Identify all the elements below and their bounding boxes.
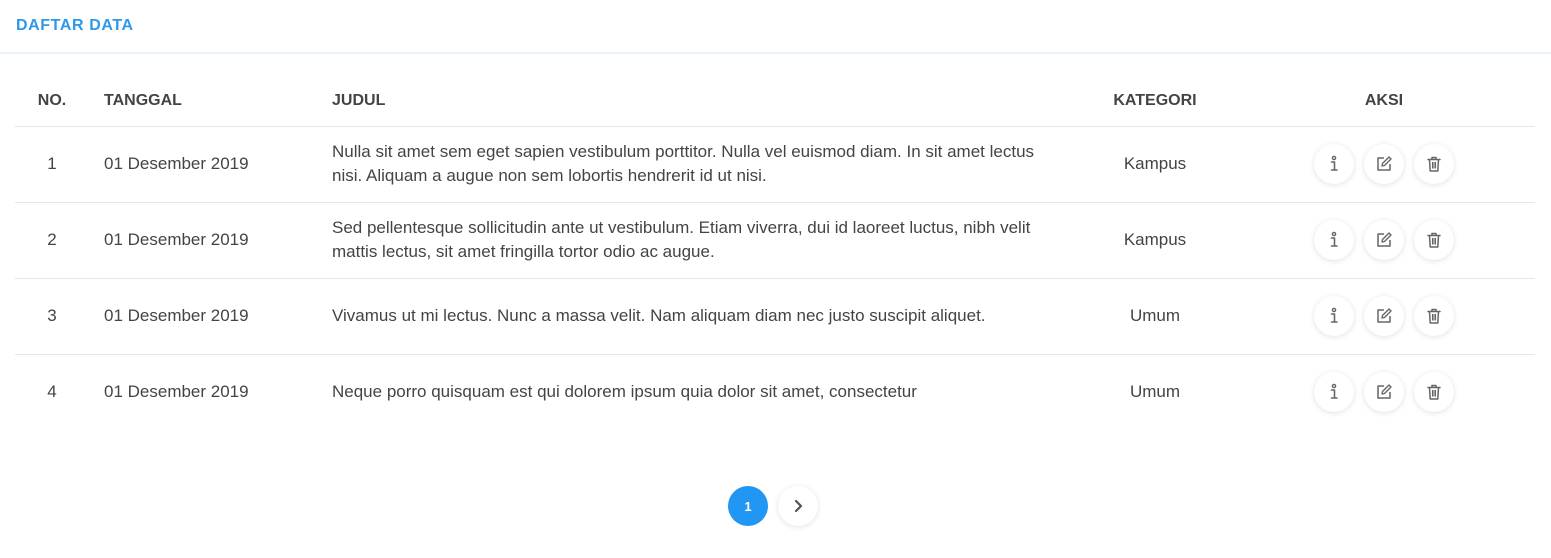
trash-icon — [1425, 231, 1443, 249]
row-date: 01 Desember 2019 — [89, 126, 317, 203]
row-title: Nulla sit amet sem eget sapien vestibulu… — [317, 126, 1077, 203]
table-row: 2 01 Desember 2019 Sed pellentesque soll… — [15, 202, 1535, 279]
info-button[interactable] — [1314, 372, 1354, 413]
edit-button[interactable] — [1364, 296, 1404, 336]
row-actions — [1233, 126, 1535, 203]
row-number: 1 — [15, 126, 89, 203]
table-row: 4 01 Desember 2019 Neque porro quisquam … — [15, 354, 1535, 430]
card-header: DAFTAR DATA — [0, 0, 1551, 54]
delete-button[interactable] — [1414, 220, 1454, 260]
info-button[interactable] — [1314, 144, 1354, 184]
delete-button[interactable] — [1414, 296, 1454, 336]
column-header-category: KATEGORI — [1077, 76, 1233, 127]
action-group — [1233, 220, 1535, 260]
table-row: 3 01 Desember 2019 Vivamus ut mi lectus.… — [15, 278, 1535, 355]
trash-icon — [1425, 155, 1443, 173]
edit-icon — [1375, 231, 1393, 249]
row-date: 01 Desember 2019 — [89, 202, 317, 279]
row-category: Kampus — [1077, 126, 1233, 203]
row-category: Kampus — [1077, 202, 1233, 279]
row-category: Umum — [1077, 278, 1233, 355]
edit-icon — [1375, 383, 1393, 401]
action-group — [1233, 372, 1535, 413]
row-date: 01 Desember 2019 — [104, 382, 249, 402]
info-icon — [1325, 307, 1343, 325]
chevron-right-icon — [794, 499, 803, 513]
row-category: Umum — [1129, 382, 1181, 402]
row-actions — [1233, 354, 1535, 430]
edit-icon — [1375, 155, 1393, 173]
edit-button[interactable] — [1364, 144, 1404, 184]
info-icon — [1325, 231, 1343, 249]
data-table: NO. TANGGAL JUDUL KATEGORI AKSI 1 01 Des… — [15, 76, 1535, 430]
info-button[interactable] — [1314, 296, 1354, 336]
edit-button[interactable] — [1364, 372, 1404, 413]
column-header-date: TANGGAL — [89, 76, 317, 127]
next-page-button[interactable] — [778, 486, 818, 526]
delete-button[interactable] — [1414, 372, 1454, 413]
column-header-title: JUDUL — [317, 76, 1077, 127]
edit-icon — [1375, 307, 1393, 325]
row-number: 3 — [15, 278, 89, 355]
table-header-row: NO. TANGGAL JUDUL KATEGORI AKSI — [15, 76, 1535, 127]
table-row: 1 01 Desember 2019 Nulla sit amet sem eg… — [15, 126, 1535, 203]
edit-button[interactable] — [1364, 220, 1404, 260]
page-title: DAFTAR DATA — [16, 17, 134, 34]
action-group — [1233, 144, 1535, 184]
row-number: 2 — [15, 202, 89, 279]
delete-button[interactable] — [1414, 144, 1454, 184]
trash-icon — [1425, 383, 1443, 401]
pagination: 1 — [728, 486, 818, 526]
info-button[interactable] — [1314, 220, 1354, 260]
info-icon — [1325, 383, 1343, 401]
info-icon — [1325, 155, 1343, 173]
page-button-current[interactable]: 1 — [728, 486, 768, 526]
action-group — [1233, 296, 1535, 336]
row-title: Vivamus ut mi lectus. Nunc a massa velit… — [317, 278, 1077, 355]
data-table-container: NO. TANGGAL JUDUL KATEGORI AKSI 1 01 Des… — [15, 76, 1535, 430]
column-header-no: NO. — [15, 76, 89, 127]
row-title: Neque porro quisquam est qui dolorem ips… — [332, 382, 917, 402]
row-actions — [1233, 278, 1535, 355]
row-date: 01 Desember 2019 — [89, 278, 317, 355]
row-actions — [1233, 202, 1535, 279]
trash-icon — [1425, 307, 1443, 325]
row-title: Sed pellentesque sollicitudin ante ut ve… — [317, 202, 1077, 279]
column-header-actions: AKSI — [1233, 76, 1535, 127]
row-number: 4 — [47, 382, 57, 402]
